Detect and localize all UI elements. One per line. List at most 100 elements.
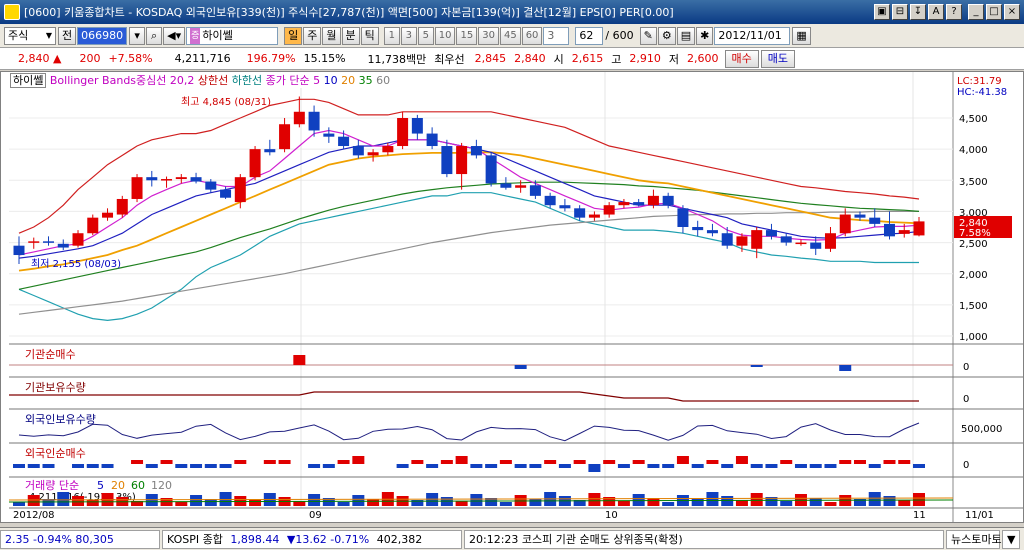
- ask-price: 2,845: [474, 52, 507, 65]
- foreign-net-bar: [411, 460, 424, 464]
- news-dropdown-icon[interactable]: ▼: [1002, 529, 1021, 549]
- market-select[interactable]: 주식 ▼: [4, 26, 56, 45]
- volume-bar: [86, 500, 99, 506]
- speaker-icon[interactable]: ◀▾: [163, 26, 186, 45]
- bid-price: 2,840: [514, 52, 546, 65]
- minute-5-button[interactable]: 5: [417, 26, 434, 45]
- y-tick-label: 4,500: [959, 114, 988, 125]
- date-input[interactable]: 2012/11/01: [714, 26, 791, 45]
- minute-1-button[interactable]: 1: [383, 26, 400, 45]
- current-pct-tag-text: 7.58%: [959, 228, 991, 239]
- minute-3-button[interactable]: 3: [400, 26, 417, 45]
- volume-bar: [234, 496, 247, 506]
- volume-bar: [662, 502, 675, 506]
- minute-60-button[interactable]: 60: [521, 26, 543, 45]
- y-tick-label: 4,000: [959, 145, 988, 156]
- print-icon[interactable]: A: [928, 4, 944, 20]
- stock-type-icon: 증: [190, 27, 201, 44]
- x-tick-label: 11/01: [965, 510, 994, 521]
- spin-input[interactable]: 3: [543, 26, 570, 45]
- current-price: 2,840 ▲: [18, 52, 62, 65]
- foreign-net-bar: [72, 464, 85, 468]
- period-minute-button[interactable]: 분: [341, 26, 360, 45]
- foreign-net-bar: [42, 464, 55, 468]
- minute-10-button[interactable]: 10: [434, 26, 456, 45]
- candle-body: [559, 205, 571, 209]
- settings-icon[interactable]: ✱: [696, 26, 714, 45]
- panel-title-foreign-net: 외국인순매수: [25, 447, 86, 460]
- candle-body: [205, 181, 217, 190]
- foreign-net-bar: [485, 464, 498, 468]
- volume-bar: [809, 498, 822, 506]
- minute-45-button[interactable]: 45: [499, 26, 521, 45]
- indicator-icon[interactable]: ⚙: [657, 26, 676, 45]
- calendar-icon[interactable]: ▦: [792, 26, 811, 45]
- minute-30-button[interactable]: 30: [478, 26, 499, 45]
- volume-bar: [913, 493, 925, 506]
- period-day-button[interactable]: 일: [284, 26, 303, 45]
- save-icon[interactable]: ▤: [676, 26, 696, 45]
- minimize-button[interactable]: _: [968, 4, 984, 20]
- candle-body: [662, 195, 674, 206]
- period-tick-button[interactable]: 틱: [360, 26, 379, 45]
- chart-window[interactable]: 4,500 4,000 3,500 3,000 2,500 2,000 1,50…: [0, 71, 1024, 523]
- panel-title-foreign-hold: 외국인보유수량: [25, 413, 96, 426]
- foreign-net-bar: [558, 464, 571, 468]
- volume-bar: [529, 499, 542, 506]
- y-tick-label: 2,000: [959, 270, 988, 281]
- foreign-net-bar: [839, 460, 852, 464]
- volume: 4,211,716: [174, 52, 231, 65]
- legend-ma-35: 35: [358, 74, 373, 87]
- volume-bar: [352, 495, 365, 506]
- foreign-net-bar: [721, 464, 734, 468]
- candle-body: [279, 124, 291, 150]
- chart-canvas[interactable]: 4,500 4,000 3,500 3,000 2,500 2,000 1,50…: [1, 72, 1023, 522]
- legend-ma-10: 10: [323, 74, 338, 87]
- candle-body: [72, 233, 84, 246]
- buy-order-button[interactable]: 매수: [724, 49, 759, 68]
- candle-body: [131, 177, 143, 199]
- count-input[interactable]: 62: [575, 26, 604, 45]
- window-pin-icon[interactable]: ↧: [910, 4, 926, 20]
- candle-body: [220, 189, 232, 198]
- foreign-net-bar: [883, 460, 896, 464]
- volume-bar: [175, 502, 188, 506]
- x-tick-label: 10: [605, 510, 618, 521]
- foreign-net-bar: [308, 464, 321, 468]
- layout-icon[interactable]: ▣: [874, 4, 890, 20]
- sell-order-button[interactable]: 매도: [760, 49, 796, 68]
- volume-bar: [617, 501, 630, 506]
- foreign-net-bar: [27, 464, 40, 468]
- foreign-net-bar: [352, 456, 365, 464]
- stock-code-input[interactable]: 066980: [77, 26, 128, 45]
- foreign-net-bar: [175, 464, 188, 468]
- y-tick-label: 3,500: [959, 177, 988, 188]
- draw-tool-icon[interactable]: ✎: [639, 26, 657, 45]
- candle-body: [57, 243, 69, 248]
- candle-body: [706, 230, 718, 234]
- code-dropdown-icon[interactable]: ▾: [129, 26, 146, 45]
- help-icon[interactable]: ?: [946, 4, 962, 20]
- search-icon[interactable]: ⌕: [146, 26, 163, 45]
- foreign-net-bar: [455, 456, 468, 464]
- market-scope-button[interactable]: 전: [58, 26, 77, 45]
- foreign-net-bar: [898, 460, 911, 464]
- maximize-button[interactable]: □: [986, 4, 1002, 20]
- hc-label: HC:-41.38: [957, 87, 1007, 98]
- period-week-button[interactable]: 주: [303, 26, 322, 45]
- close-button[interactable]: ×: [1004, 4, 1020, 20]
- volume-bar: [721, 496, 734, 506]
- period-month-button[interactable]: 월: [322, 26, 341, 45]
- candle-body: [618, 202, 630, 206]
- candle-body: [898, 230, 910, 234]
- foreign-net-bar: [131, 460, 144, 464]
- candle-body: [411, 118, 423, 134]
- candle-body: [28, 241, 40, 243]
- foreign-net-bar: [617, 464, 630, 468]
- candle-body: [810, 242, 822, 249]
- minute-15-button[interactable]: 15: [456, 26, 478, 45]
- window-link-icon[interactable]: ⊟: [892, 4, 908, 20]
- volume-period: 120: [151, 479, 172, 492]
- news-ticker[interactable]: 20:12:23 코스피 기관 순매도 상위종목(확정): [464, 529, 944, 549]
- candle-body: [883, 223, 895, 237]
